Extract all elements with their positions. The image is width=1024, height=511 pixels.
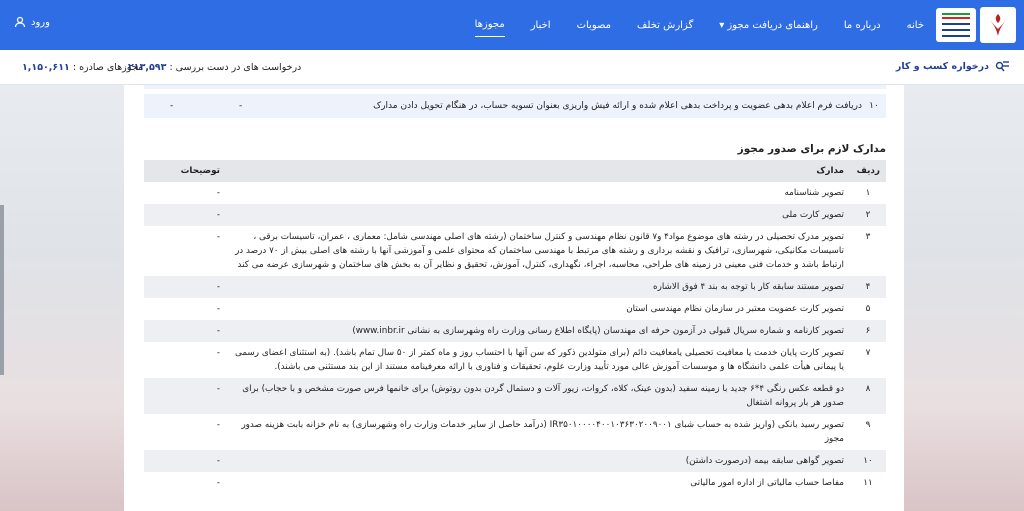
row-number: ۳ [850,226,886,276]
business-request-label: درخواره کسب و کار [895,61,989,72]
issued-label: مجوزهای صادره : [72,62,143,73]
document-cell: تصویر مستند سابقه کار با توجه به بند ۴ ف… [226,276,850,298]
table-row-partial [144,85,886,89]
notes-cell: - [144,298,226,320]
notes-cell: - [144,226,226,276]
login-label: ورود [31,16,50,28]
row-number: ۱ [850,182,886,204]
ministry-name-logo [936,8,976,42]
row-cell: - [239,101,243,111]
background-image-right [904,85,1024,511]
main-content: ۱۰ دریافت فرم اعلام بدهی عضویت و پرداخت … [124,85,904,511]
main-menu: خانه درباره ما راهنمای دریافت مجوز ▾ گزا… [474,0,924,50]
nav-news[interactable]: اخبار [531,20,551,31]
table-row: ۸ دو قطعه عکس رنگی ۴*۶ جدید با زمینه سفید… [144,378,886,414]
notes-cell: - [144,320,226,342]
table-row: ۳ تصویر مدرک تحصیلی در رشته های موضوع موا… [144,226,886,276]
document-cell: تصویر کارت عضویت معتبر در سازمان نظام مه… [226,298,850,320]
notes-cell: - [144,450,226,472]
table-row: ۱ تصویر شناسنامه - [144,182,886,204]
table-row: ۲ تصویر کارت ملی - [144,204,886,226]
table-row: ۷ تصویر کارت پایان خدمت یا معافیت تحصیلی … [144,342,886,378]
notes-cell: - [144,182,226,204]
document-cell: تصویر شناسنامه [226,182,850,204]
row-number: ۸ [850,378,886,414]
document-cell: تصویر کارنامه و شماره سریال قبولی در آزم… [226,320,850,342]
nav-about[interactable]: درباره ما [844,20,881,31]
row-number: ۹ [850,414,886,450]
top-navbar: خانه درباره ما راهنمای دریافت مجوز ▾ گزا… [0,0,1024,50]
issued-permits-stat: مجوزهای صادره : ۱,۱۵۰,۶۱۱ [22,62,143,73]
row-number: ۱۱ [850,472,886,494]
pending-label: درخواست های در دست بررسی : [169,62,302,73]
document-cell: تصویر گواهی سابقه بیمه (درصورت داشتن) [226,450,850,472]
table-row: ۴ تصویر مستند سابقه کار با توجه به بند ۴ … [144,276,886,298]
document-cell: مفاصا حساب مالیاتی از اداره امور مالیاتی [226,472,850,494]
search-icon [995,61,1009,72]
row-number: ۵ [850,298,886,320]
row-number: ۴ [850,276,886,298]
table-row: ۹ تصویر رسید بانکی (واریز شده به حساب شبا… [144,414,886,450]
col-header-document: مدارک [226,160,850,182]
nav-home[interactable]: خانه [907,20,924,31]
ministry-logo[interactable] [934,5,1016,45]
document-cell: تصویر کارت ملی [226,204,850,226]
table-row: ۱۰ دریافت فرم اعلام بدهی عضویت و پرداخت … [144,94,886,118]
login-button[interactable]: ورود [14,16,50,28]
scrollbar[interactable] [0,205,4,375]
notes-cell: - [144,204,226,226]
row-number: ۶ [850,320,886,342]
pending-requests-stat: درخواست های در دست بررسی : ۲۱۳,۵۹۳ [128,62,301,73]
row-number: ۷ [850,342,886,378]
nav-permits[interactable]: مجوزها [474,19,505,37]
notes-cell: - [144,378,226,414]
notes-cell: - [144,276,226,298]
col-header-row-number: ردیف [850,160,886,182]
chevron-down-icon: ▾ [719,19,725,31]
issued-value: ۱,۱۵۰,۶۱۱ [22,62,70,73]
table-row: ۱۰ تصویر گواهی سابقه بیمه (درصورت داشتن) - [144,450,886,472]
nav-guide-label: راهنمای دریافت مجوز [727,19,818,31]
nav-report-violation[interactable]: گزارش تخلف [637,20,693,31]
table-header-row: ردیف مدارک توضیحات [144,160,886,182]
row-number: ۱۰ [869,101,879,111]
table-row: ۵ تصویر کارت عضویت معتبر در سازمان نظام م… [144,298,886,320]
nav-resolutions[interactable]: مصوبات [577,20,611,31]
business-request-link[interactable]: درخواره کسب و کار [896,60,1010,73]
document-cell: تصویر کارت پایان خدمت یا معافیت تحصیلی ی… [226,342,850,378]
ministry-emblem-icon [980,7,1016,43]
document-cell: دو قطعه عکس رنگی ۴*۶ جدید با زمینه سفید … [226,378,850,414]
row-cell: - [170,101,174,111]
document-cell: تصویر رسید بانکی (واریز شده به حساب شبای… [226,414,850,450]
table-row: ۶ تصویر کارنامه و شماره سریال قبولی در آز… [144,320,886,342]
login-icon [14,16,26,28]
notes-cell: - [144,414,226,450]
background-image-left [0,85,124,511]
notes-cell: - [144,342,226,378]
section-title: مدارک لازم برای صدور مجوز [737,143,886,155]
row-text: دریافت فرم اعلام بدهی عضویت و پرداخت بده… [373,101,862,111]
stats-bar: درخواره کسب و کار درخواست های در دست برر… [0,50,1024,85]
nav-guide[interactable]: راهنمای دریافت مجوز ▾ [719,20,818,31]
required-documents-table: ردیف مدارک توضیحات ۱ تصویر شناسنامه -۲ تصوی… [144,160,886,494]
col-header-notes: توضیحات [144,160,226,182]
notes-cell: - [144,472,226,494]
document-cell: تصویر مدرک تحصیلی در رشته های موضوع مواد… [226,226,850,276]
table-row: ۱۱ مفاصا حساب مالیاتی از اداره امور مالیا… [144,472,886,494]
row-number: ۲ [850,204,886,226]
row-number: ۱۰ [850,450,886,472]
